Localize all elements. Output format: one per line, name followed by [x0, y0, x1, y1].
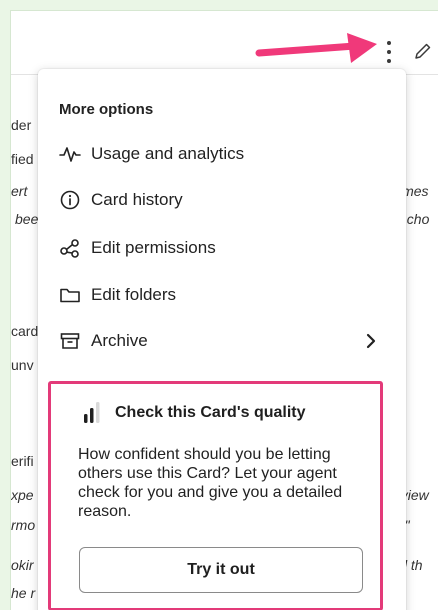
menu-item-label: Archive [91, 331, 148, 350]
background-text: he r [11, 585, 36, 601]
menu-item-label: Usage and analytics [91, 144, 245, 163]
more-options-icon[interactable] [385, 41, 393, 63]
chevron-right-icon [366, 333, 376, 349]
card-page: der fied ert bee imes t cho card unv eri… [10, 10, 438, 610]
background-text: ert [11, 183, 28, 199]
archive-box-icon [59, 330, 81, 352]
background-text: card [11, 323, 39, 339]
background-text: rmo [11, 517, 36, 533]
promo-title: Check this Card's quality [115, 404, 306, 421]
share-nodes-icon [59, 237, 81, 259]
background-text: der [11, 117, 32, 133]
more-options-menu: More options Usage and analytics Card hi… [38, 69, 406, 610]
menu-item-archive[interactable]: Archive [59, 326, 381, 356]
menu-title: More options [59, 101, 154, 118]
activity-pulse-icon [59, 143, 81, 165]
try-it-out-button[interactable]: Try it out [79, 547, 363, 593]
card-toolbar [11, 11, 438, 75]
menu-item-edit-folders[interactable]: Edit folders [59, 280, 381, 310]
signal-bars-icon [84, 402, 100, 423]
background-text: xpe [11, 487, 34, 503]
background-text: unv [11, 357, 34, 373]
background-text: erifi [11, 453, 34, 469]
background-text: okir [11, 557, 34, 573]
background-text: bee [15, 211, 39, 227]
menu-item-edit-permissions[interactable]: Edit permissions [59, 233, 381, 263]
menu-item-label: Edit permissions [91, 238, 216, 257]
annotation-arrow [255, 33, 377, 63]
pencil-icon[interactable] [413, 41, 433, 61]
info-circle-icon [59, 189, 81, 211]
promo-description: How confident should you be letting othe… [78, 446, 343, 520]
folder-icon [59, 284, 81, 306]
menu-item-card-history[interactable]: Card history [59, 185, 381, 215]
promo-header: Check this Card's quality [81, 401, 306, 425]
card-quality-promo: Check this Card's quality How confident … [48, 381, 383, 610]
menu-item-label: Edit folders [91, 285, 177, 304]
menu-item-usage-analytics[interactable]: Usage and analytics [59, 139, 381, 169]
menu-item-label: Card history [91, 190, 183, 209]
background-text: fied [11, 151, 34, 167]
